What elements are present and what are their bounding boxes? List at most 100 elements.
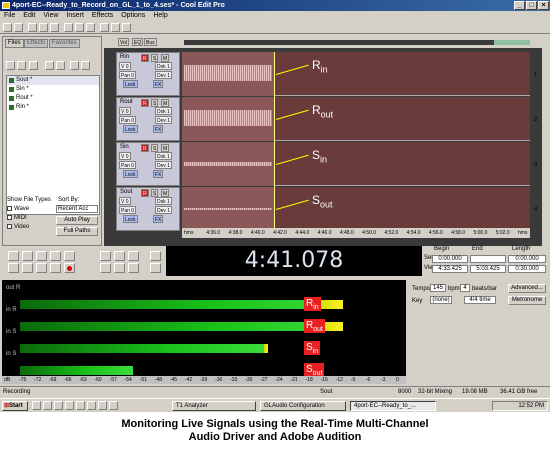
zoom-vertical-in-icon[interactable] — [150, 251, 161, 261]
autoplay-button[interactable]: Auto Play — [56, 216, 98, 225]
zoom-left-icon[interactable] — [100, 263, 111, 273]
output-select[interactable]: Dev 1 — [155, 206, 173, 214]
open-file-icon[interactable] — [6, 61, 15, 70]
tab-favorites[interactable]: Favorites — [49, 39, 80, 48]
audio-clip[interactable] — [182, 142, 274, 186]
advanced-button[interactable]: Advanced... — [508, 284, 546, 293]
stop-icon[interactable] — [8, 251, 19, 261]
view-button[interactable]: Vol — [118, 38, 129, 46]
quicklaunch-icon[interactable] — [76, 401, 85, 410]
volume-control[interactable]: V 0 — [119, 62, 131, 70]
quicklaunch-icon[interactable] — [32, 401, 41, 410]
toolbar-button[interactable] — [39, 23, 48, 32]
sort-select[interactable]: Recent Acc — [56, 205, 98, 213]
output-select[interactable]: Dev 1 — [155, 161, 173, 169]
audio-clip[interactable] — [182, 52, 274, 96]
start-button[interactable]: ⊞Start — [2, 401, 28, 411]
pan-control[interactable]: Pan 0 — [119, 71, 137, 79]
fx-button[interactable]: FX — [153, 125, 164, 133]
quicklaunch-icon[interactable] — [87, 401, 96, 410]
play-icon[interactable] — [22, 251, 33, 261]
record-arm-button[interactable]: R — [141, 144, 149, 152]
minimize-button[interactable]: _ — [514, 1, 525, 10]
quicklaunch-icon[interactable] — [43, 401, 52, 410]
lock-button[interactable]: Lock — [123, 80, 138, 88]
time-signature-select[interactable]: 4/4 time — [464, 296, 496, 304]
input-select[interactable]: Dsk 1 — [155, 62, 172, 70]
view-end-field[interactable]: 5:03.425 — [470, 265, 506, 273]
mute-button[interactable]: M — [161, 99, 170, 107]
zoom-selection-icon[interactable] — [128, 263, 139, 273]
output-select[interactable]: Dev 1 — [155, 116, 173, 124]
track-lane[interactable]: Sin — [182, 142, 530, 186]
lock-button[interactable]: Lock — [123, 125, 138, 133]
playhead[interactable] — [274, 52, 275, 232]
view-length-field[interactable]: 0:30.000 — [508, 265, 546, 273]
task-cool-edit[interactable]: 4port-EC--Ready_to_... — [350, 401, 436, 411]
toolbar-button[interactable] — [3, 23, 12, 32]
list-item[interactable]: Sin * — [7, 85, 99, 94]
close-button[interactable]: × — [538, 1, 549, 10]
task-t1-analyzer[interactable]: T1 Analyzer — [172, 401, 256, 411]
menu-edit[interactable]: Edit — [23, 12, 35, 19]
audio-clip[interactable] — [182, 97, 274, 141]
zoom-out-icon[interactable] — [114, 251, 125, 261]
record-arm-button[interactable]: R — [141, 189, 149, 197]
key-select[interactable]: (none) — [430, 296, 452, 304]
menu-options[interactable]: Options — [121, 12, 145, 19]
pan-control[interactable]: Pan 0 — [119, 206, 137, 214]
quicklaunch-icon[interactable] — [54, 401, 63, 410]
input-select[interactable]: Dsk 1 — [155, 197, 172, 205]
toolbar-button[interactable] — [14, 23, 23, 32]
fx-button[interactable]: FX — [153, 170, 164, 178]
sel-end-field[interactable] — [470, 255, 506, 263]
input-select[interactable]: Dsk 1 — [155, 107, 172, 115]
menu-file[interactable]: File — [4, 12, 15, 19]
loop-icon[interactable] — [64, 251, 75, 261]
fx-button[interactable]: FX — [153, 80, 164, 88]
play-icon[interactable] — [70, 61, 79, 70]
time-ruler[interactable]: hms 4:36.0 4:38.0 4:40.0 4:42.0 4:44.0 4:46.0 4… — [182, 228, 530, 238]
task-glaudio[interactable]: GLAudio Configuration — [260, 401, 346, 411]
tab-effects[interactable]: Effects — [24, 39, 49, 48]
solo-button[interactable]: S — [151, 189, 159, 197]
toolbar-button[interactable] — [111, 23, 120, 32]
volume-control[interactable]: V 0 — [119, 107, 131, 115]
view-button[interactable]: Bus — [144, 38, 157, 46]
rewind-icon[interactable] — [22, 263, 33, 273]
lock-button[interactable]: Lock — [123, 215, 138, 223]
mute-button[interactable]: M — [161, 54, 170, 62]
title-bar[interactable]: 4port-EC--Ready_to_Record_on_GL_1_to_4.s… — [0, 0, 550, 11]
maximize-button[interactable]: □ — [526, 1, 537, 10]
toolbar-button[interactable] — [28, 23, 37, 32]
toolbar-button[interactable] — [122, 23, 131, 32]
record-icon[interactable] — [64, 263, 75, 273]
go-start-icon[interactable] — [8, 263, 19, 273]
mute-button[interactable]: M — [161, 144, 170, 152]
import-icon[interactable] — [17, 61, 26, 70]
edit-icon[interactable] — [56, 61, 65, 70]
record-arm-button[interactable]: R — [141, 99, 149, 107]
zoom-full-icon[interactable] — [128, 251, 139, 261]
audio-clip[interactable] — [182, 187, 274, 231]
view-button[interactable]: EQ — [132, 38, 144, 46]
metronome-button[interactable]: Metronome — [508, 296, 546, 305]
go-end-icon[interactable] — [50, 263, 61, 273]
solo-button[interactable]: S — [151, 144, 159, 152]
play-from-cursor-icon[interactable] — [50, 251, 61, 261]
filetype-video[interactable]: Video — [7, 224, 29, 230]
zoom-in-icon[interactable] — [100, 251, 111, 261]
track-lane[interactable]: Rout — [182, 97, 530, 141]
pan-control[interactable]: Pan 0 — [119, 161, 137, 169]
solo-button[interactable]: S — [151, 54, 159, 62]
pan-control[interactable]: Pan 0 — [119, 116, 137, 124]
input-select[interactable]: Dsk 1 — [155, 152, 172, 160]
help-icon[interactable] — [81, 61, 90, 70]
list-item[interactable]: Sout * — [7, 76, 99, 85]
overview-bar[interactable] — [184, 40, 514, 45]
list-item[interactable]: Rout * — [7, 94, 99, 103]
menu-effects[interactable]: Effects — [92, 12, 113, 19]
tab-files[interactable]: Files — [5, 39, 24, 48]
view-begin-field[interactable]: 4:33.425 — [432, 265, 468, 273]
toolbar-button[interactable] — [100, 23, 109, 32]
